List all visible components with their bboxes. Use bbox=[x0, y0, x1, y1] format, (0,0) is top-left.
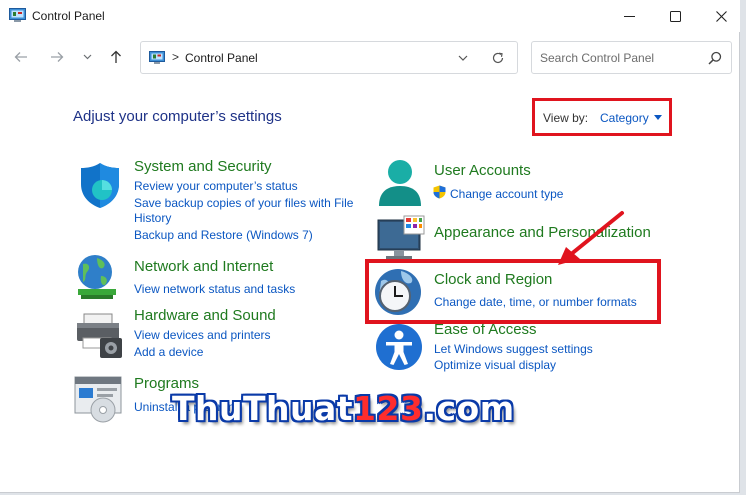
link-change-account-type[interactable]: Change account type bbox=[450, 186, 563, 202]
search-icon[interactable] bbox=[708, 51, 722, 65]
forward-button[interactable] bbox=[46, 46, 68, 68]
red-arrow-annotation bbox=[558, 211, 624, 265]
close-icon bbox=[715, 10, 727, 22]
watermark: ThuThuat123.com bbox=[172, 389, 515, 428]
view-by-caret-icon[interactable] bbox=[654, 115, 662, 120]
view-by-label: View by: bbox=[543, 111, 589, 125]
breadcrumb-separator: > bbox=[172, 50, 180, 64]
link-save-backup[interactable]: Save backup copies of your files with Fi… bbox=[134, 195, 353, 211]
maximize-button[interactable] bbox=[652, 0, 698, 32]
breadcrumb-control-panel[interactable]: Control Panel bbox=[185, 51, 258, 65]
category-network-internet[interactable]: Network and Internet bbox=[134, 258, 273, 275]
maximize-icon bbox=[669, 10, 681, 22]
shield-icon[interactable] bbox=[75, 160, 125, 210]
forward-arrow-icon bbox=[51, 52, 64, 62]
link-optimize-visual-display[interactable]: Optimize visual display bbox=[434, 357, 556, 373]
search-input[interactable] bbox=[540, 50, 700, 66]
page-title: Adjust your computer’s settings bbox=[73, 108, 282, 125]
link-network-status[interactable]: View network status and tasks bbox=[134, 281, 295, 297]
programs-icon[interactable] bbox=[73, 374, 123, 424]
recent-locations-button[interactable] bbox=[79, 46, 95, 68]
network-globe-icon[interactable] bbox=[73, 252, 123, 302]
view-by-dropdown[interactable]: Category bbox=[600, 111, 649, 125]
link-review-status[interactable]: Review your computer’s status bbox=[134, 178, 298, 194]
link-file-history[interactable]: History bbox=[134, 210, 171, 226]
window-title: Control Panel bbox=[32, 9, 105, 23]
link-add-device[interactable]: Add a device bbox=[134, 344, 203, 360]
back-button[interactable] bbox=[10, 46, 32, 68]
title-bar: Control Panel bbox=[0, 0, 740, 32]
printer-icon[interactable] bbox=[74, 310, 124, 360]
up-button[interactable] bbox=[105, 46, 127, 68]
category-system-security[interactable]: System and Security bbox=[134, 158, 272, 175]
appearance-monitor-icon[interactable] bbox=[376, 214, 426, 264]
category-hardware-sound[interactable]: Hardware and Sound bbox=[134, 307, 276, 324]
refresh-icon[interactable] bbox=[491, 51, 505, 65]
ease-of-access-icon[interactable] bbox=[374, 322, 424, 372]
address-bar[interactable]: > Control Panel bbox=[140, 41, 518, 74]
minimize-button[interactable] bbox=[606, 0, 652, 32]
uac-shield-icon bbox=[433, 185, 446, 199]
minimize-icon bbox=[623, 15, 635, 17]
link-windows-suggest-settings[interactable]: Let Windows suggest settings bbox=[434, 341, 593, 357]
chevron-down-icon bbox=[83, 54, 91, 60]
search-box[interactable] bbox=[531, 41, 732, 74]
up-arrow-icon bbox=[111, 50, 121, 63]
link-backup-restore[interactable]: Backup and Restore (Windows 7) bbox=[134, 227, 313, 243]
category-user-accounts[interactable]: User Accounts bbox=[434, 162, 531, 179]
control-panel-app-icon bbox=[9, 8, 26, 22]
close-button[interactable] bbox=[698, 0, 744, 32]
view-by-highlight: View by: Category bbox=[532, 98, 672, 136]
control-panel-window: Control Panel > Control Panel Search Con… bbox=[0, 0, 740, 493]
user-accounts-icon[interactable] bbox=[375, 158, 425, 208]
address-dropdown-icon[interactable] bbox=[457, 52, 469, 64]
link-devices-printers[interactable]: View devices and printers bbox=[134, 327, 271, 343]
control-panel-location-icon bbox=[149, 51, 165, 64]
back-arrow-icon bbox=[14, 52, 27, 62]
